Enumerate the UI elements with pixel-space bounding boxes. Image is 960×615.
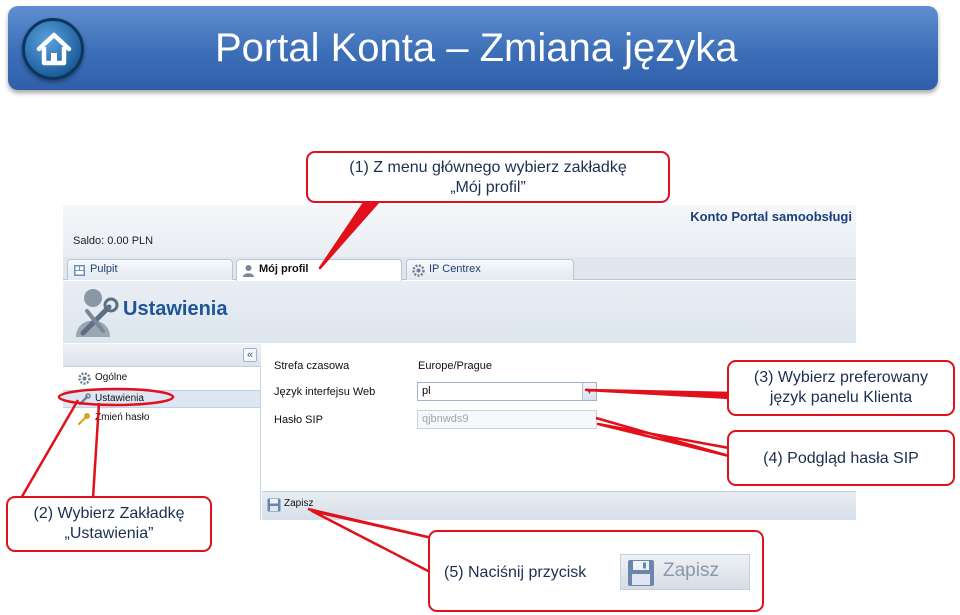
- callout-step-2: (2) Wybierz Zakładkę „Ustawienia”: [6, 496, 212, 552]
- save-button-preview: Zapisz: [620, 554, 750, 590]
- callout-step-4: (4) Podgląd hasła SIP: [727, 430, 955, 486]
- pointer-step-2-line-a: [18, 399, 80, 501]
- pointer-step-4: [595, 416, 731, 458]
- callout-step-2-line-2: „Ustawienia”: [64, 525, 154, 542]
- callout-step-3: (3) Wybierz preferowany język panelu Kli…: [727, 360, 955, 416]
- callout-step-3-line-1: (3) Wybierz preferowany: [753, 369, 929, 386]
- callout-step-5-text: (5) Naciśnij przycisk: [444, 564, 587, 581]
- callout-step-1-line-2: „Mój profil”: [450, 179, 526, 196]
- callout-step-1: (1) Z menu głównego wybierz zakładkę „Mó…: [306, 151, 670, 203]
- callout-step-1-line-1: (1) Z menu głównego wybierz zakładkę: [349, 159, 627, 176]
- callout-step-4-text: (4) Podgląd hasła SIP: [763, 450, 919, 467]
- pointer-step-3: [584, 388, 733, 400]
- save-icon: [627, 559, 655, 593]
- pointer-step-5: [307, 507, 434, 575]
- pointer-step-1: [318, 199, 381, 270]
- callout-step-3-line-2: język panelu Klienta: [769, 389, 913, 406]
- callout-step-5: (5) Naciśnij przycisk Zapisz: [428, 530, 764, 612]
- pointer-step-2-line-b: [91, 402, 101, 499]
- callout-step-2-line-1: (2) Wybierz Zakładkę: [33, 505, 185, 522]
- save-button-preview-label: Zapisz: [663, 560, 719, 581]
